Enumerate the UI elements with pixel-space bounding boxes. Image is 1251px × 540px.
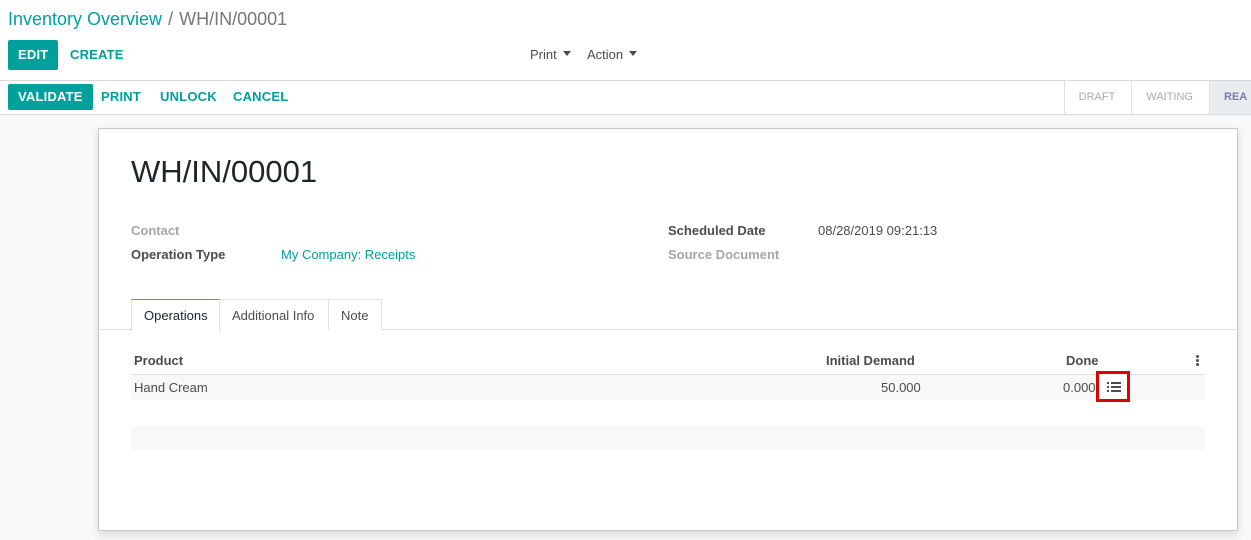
stage-draft[interactable]: DRAFT bbox=[1063, 81, 1132, 114]
validate-button[interactable]: VALIDATE bbox=[8, 84, 93, 110]
list-icon bbox=[1107, 382, 1121, 393]
column-header-initial-demand[interactable]: Initial Demand bbox=[826, 353, 915, 368]
print-button[interactable]: PRINT bbox=[99, 82, 143, 112]
caret-down-icon bbox=[629, 51, 638, 57]
create-button[interactable]: CREATE bbox=[68, 40, 126, 70]
print-dropdown-label: Print bbox=[530, 47, 557, 62]
table-header: Product Initial Demand Done bbox=[131, 349, 1205, 375]
control-panel: Inventory Overview / WH/IN/00001 EDIT CREA… bbox=[0, 0, 1251, 115]
contact-label: Contact bbox=[131, 223, 180, 238]
breadcrumb: Inventory Overview / WH/IN/00001 bbox=[8, 8, 287, 30]
breadcrumb-current: WH/IN/00001 bbox=[179, 9, 288, 29]
detailed-operations-button[interactable] bbox=[1096, 371, 1130, 402]
column-header-product[interactable]: Product bbox=[134, 353, 183, 368]
action-dropdown[interactable]: Action bbox=[587, 44, 638, 66]
status-bar: DRAFT WAITING REA bbox=[1063, 81, 1251, 114]
form-sheet: WH/IN/00001 Contact Operation Type My Co… bbox=[98, 128, 1238, 531]
scheduled-date-value: 08/28/2019 09:21:13 bbox=[818, 223, 938, 238]
operation-type-label: Operation Type bbox=[131, 247, 226, 262]
source-document-label: Source Document bbox=[668, 247, 780, 262]
table-row[interactable]: Hand Cream 50.000 0.000 bbox=[131, 375, 1205, 400]
scheduled-date-label: Scheduled Date bbox=[668, 223, 766, 238]
caret-down-icon bbox=[562, 51, 571, 57]
record-title: WH/IN/00001 bbox=[131, 154, 318, 189]
product-cell: Hand Cream bbox=[134, 380, 208, 395]
operation-type-link[interactable]: My Company: Receipts bbox=[281, 247, 415, 263]
tab-additional-info[interactable]: Additional Info bbox=[219, 299, 329, 330]
breadcrumb-inventory-overview[interactable]: Inventory Overview bbox=[8, 9, 162, 29]
done-cell: 0.000 bbox=[1063, 380, 1096, 395]
tab-note[interactable]: Note bbox=[328, 299, 382, 330]
empty-row bbox=[131, 426, 1205, 450]
kebab-icon[interactable] bbox=[1196, 355, 1199, 367]
unlock-button[interactable]: UNLOCK bbox=[158, 82, 219, 112]
stage-waiting[interactable]: WAITING bbox=[1131, 81, 1209, 114]
edit-button[interactable]: EDIT bbox=[8, 40, 59, 70]
column-header-done[interactable]: Done bbox=[1066, 353, 1099, 368]
initial-demand-cell: 50.000 bbox=[881, 380, 921, 395]
stage-ready[interactable]: REA bbox=[1209, 81, 1251, 114]
action-dropdown-label: Action bbox=[587, 47, 624, 62]
tab-operations[interactable]: Operations bbox=[131, 299, 220, 331]
cancel-button[interactable]: CANCEL bbox=[231, 82, 290, 112]
breadcrumb-separator: / bbox=[168, 9, 174, 29]
print-dropdown[interactable]: Print bbox=[530, 44, 571, 66]
